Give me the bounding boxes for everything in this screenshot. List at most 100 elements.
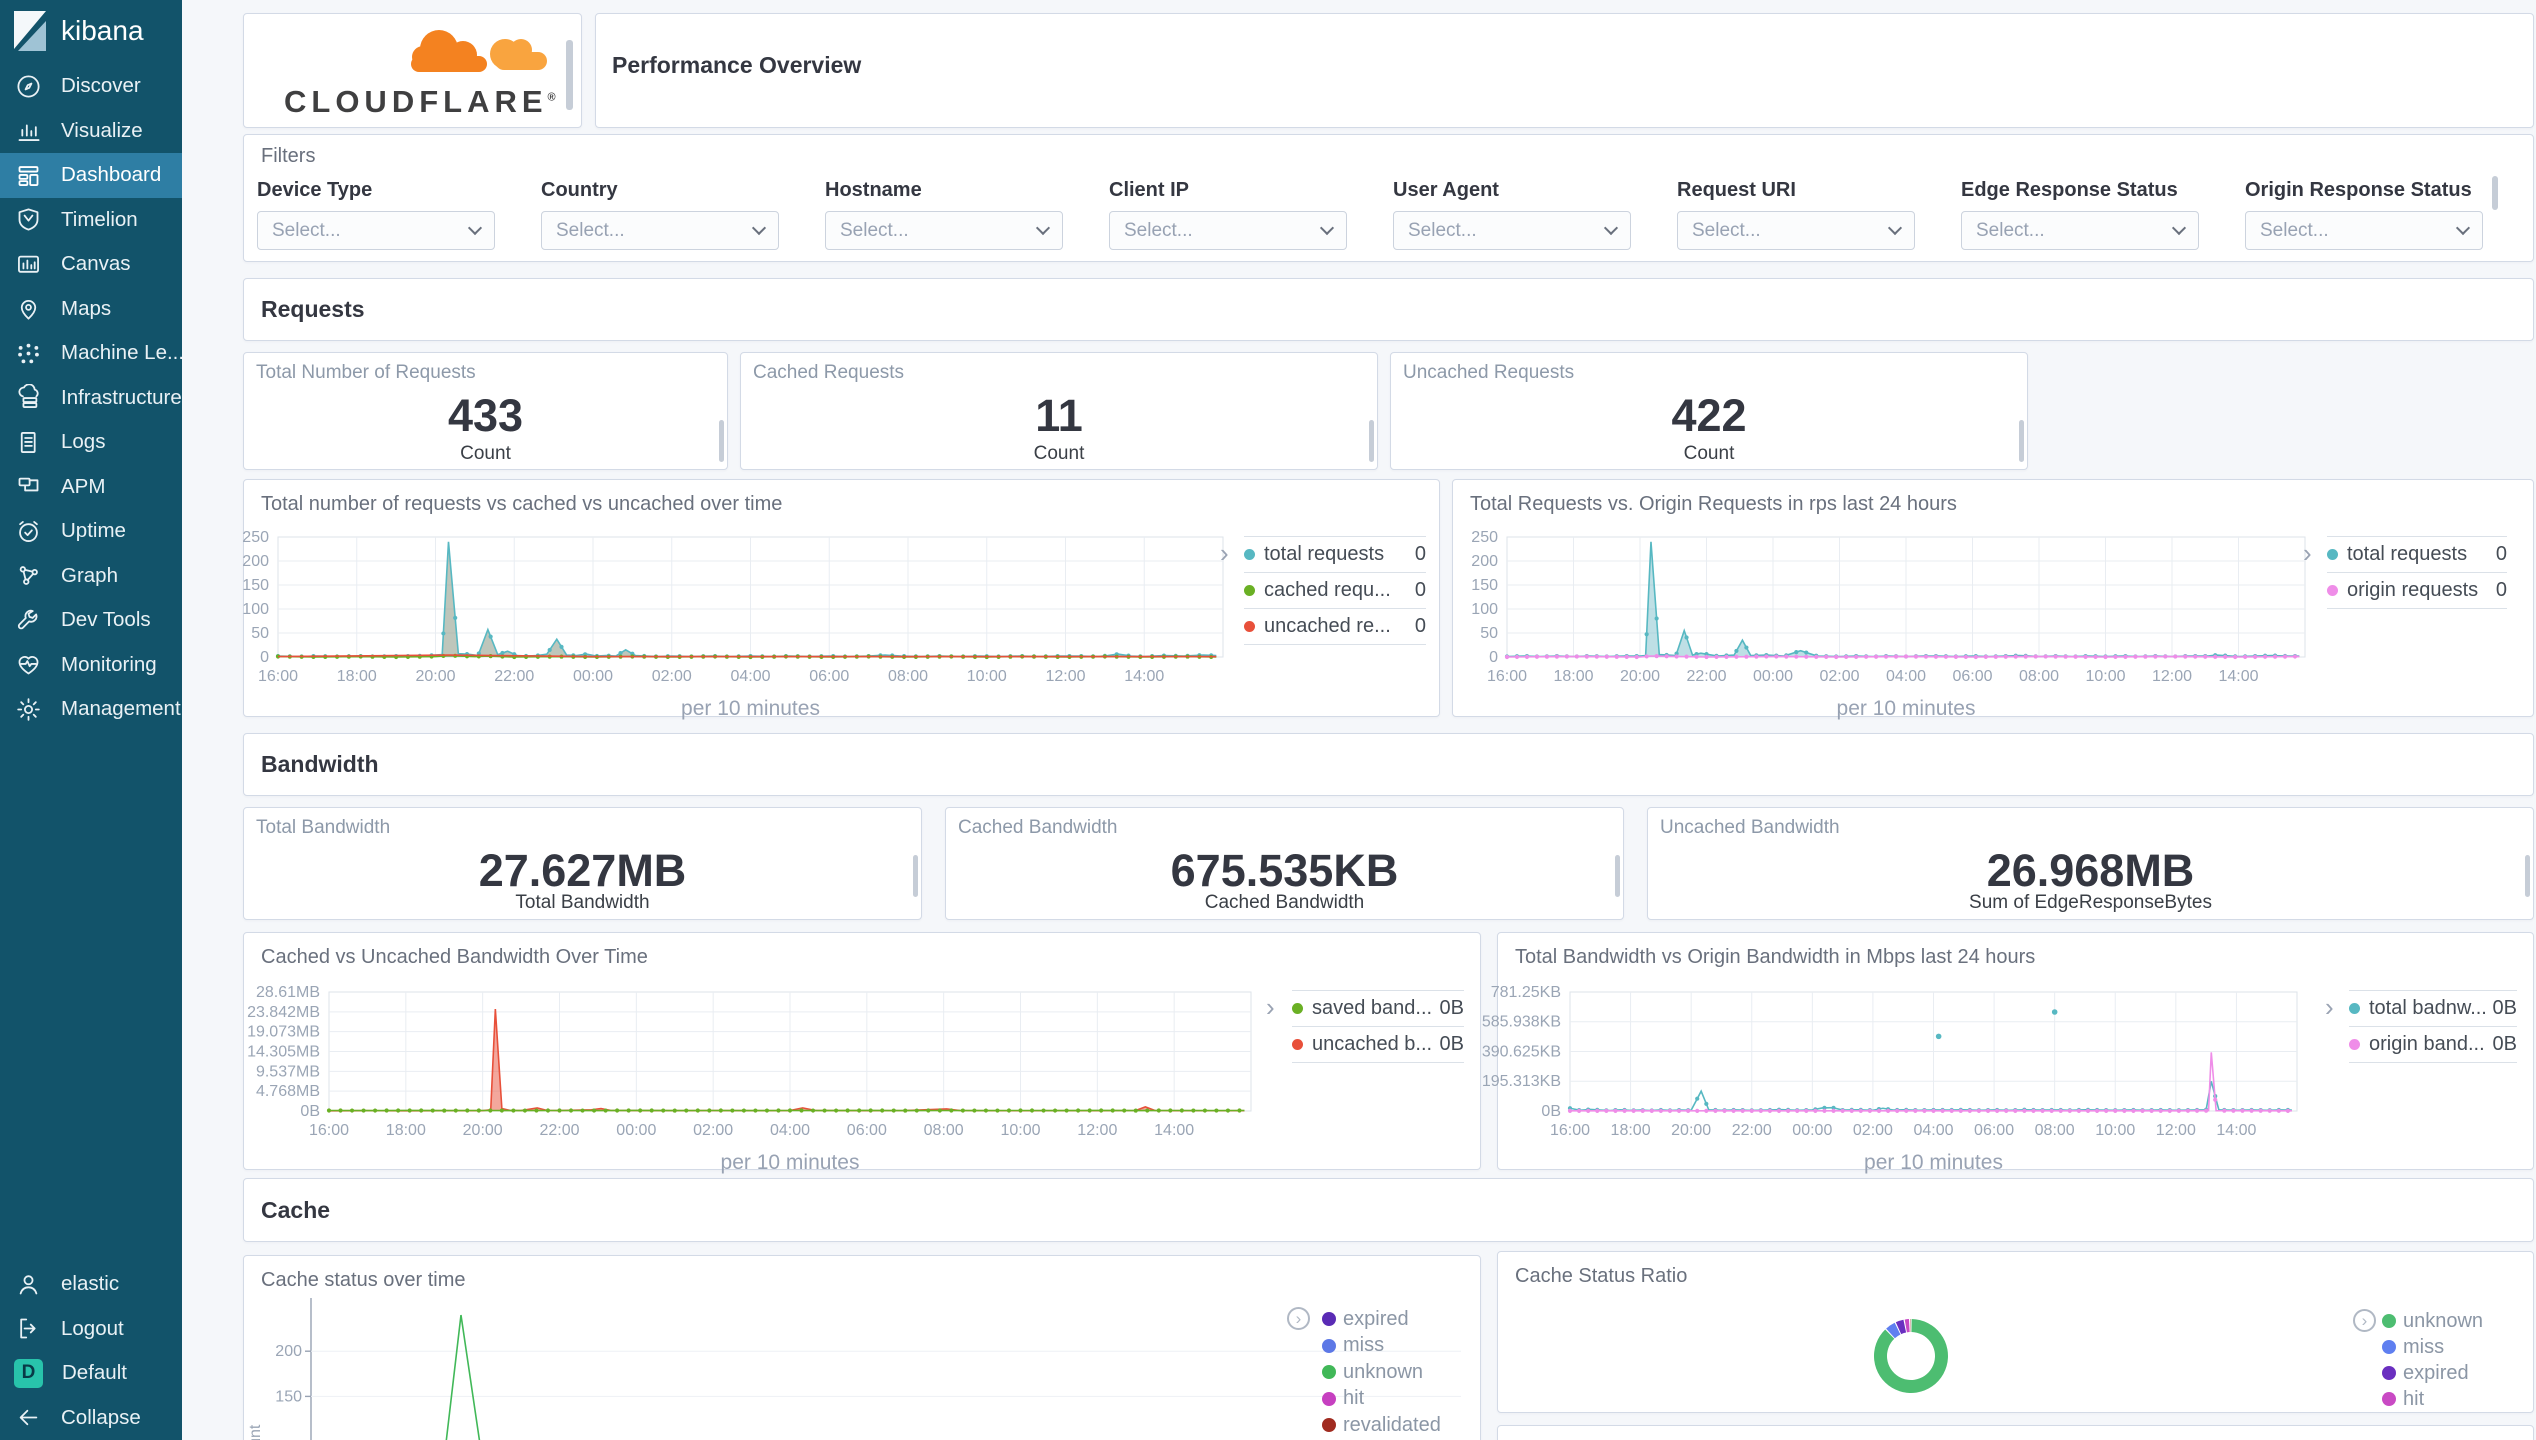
sidebar-item-timelion[interactable]: Timelion: [0, 198, 182, 243]
legend-label: origin requests: [2347, 579, 2479, 601]
cache-section-header: Cache: [243, 1178, 2534, 1242]
legend-dot: [1322, 1312, 1336, 1327]
legend-label: uncached re...: [1264, 615, 1391, 637]
chart-cache-status-ratio: Cache Status Ratio › unknown miss expired hi…: [1497, 1251, 2534, 1413]
filter-origin-response-status: Origin Response Status Select...: [2245, 179, 2483, 250]
chart-legend: total badnw... 0B origin band... 0B: [2349, 990, 2517, 1063]
legend-item-expired[interactable]: expired: [1322, 1306, 1441, 1333]
donut-slice-revalidated[interactable]: [1910, 1319, 1911, 1332]
svg-text:0B: 0B: [1541, 1103, 1561, 1120]
sidebar-item-apm[interactable]: APM: [0, 465, 182, 510]
legend-value: 0: [1414, 615, 1426, 637]
sidebar-item-maps[interactable]: Maps: [0, 287, 182, 332]
legend-item-origin-band[interactable]: origin band... 0B: [2349, 1026, 2517, 1062]
sidebar-item-dashboard[interactable]: Dashboard: [0, 153, 182, 198]
filter-select-device-type[interactable]: Select...: [257, 211, 495, 250]
legend-item-uncached-re[interactable]: uncached re... 0: [1244, 608, 1426, 644]
sidebar-footer-default[interactable]: D Default: [0, 1351, 182, 1396]
chevron-down-icon: [1035, 220, 1051, 236]
metric-title: Total Bandwidth: [256, 817, 391, 838]
metric-scrollbar[interactable]: [1369, 420, 1374, 462]
filter-label: Client IP: [1109, 179, 1190, 201]
svg-text:150: 150: [242, 577, 269, 594]
sidebar-item-label: Logs: [61, 430, 106, 454]
metric-scrollbar[interactable]: [913, 855, 918, 897]
sidebar-item-machine-le[interactable]: Machine Le...: [0, 331, 182, 376]
kibana-logo[interactable]: kibana: [0, 0, 182, 64]
sidebar-footer-collapse[interactable]: Collapse: [0, 1396, 182, 1440]
sidebar-item-monitoring[interactable]: Monitoring: [0, 643, 182, 688]
svg-text:06:00: 06:00: [809, 668, 849, 685]
logo-panel-scrollbar[interactable]: [566, 40, 573, 110]
sidebar-item-label: Discover: [61, 74, 141, 98]
legend-collapse-icon[interactable]: ›: [1220, 540, 1229, 566]
sidebar-item-label: Infrastructure: [61, 385, 182, 409]
legend-item-uncached-b[interactable]: uncached b... 0B: [1292, 1026, 1464, 1062]
sidebar-item-graph[interactable]: Graph: [0, 554, 182, 599]
legend-item-origin-requests[interactable]: origin requests 0: [2327, 572, 2507, 608]
svg-text:0B: 0B: [300, 1103, 320, 1120]
chart-legend: total requests 0 origin requests 0: [2327, 536, 2507, 609]
legend-item-total-requests[interactable]: total requests 0: [1244, 536, 1426, 572]
sidebar-item-management[interactable]: Management: [0, 687, 182, 732]
legend-dot: [2349, 1003, 2360, 1014]
svg-text:200: 200: [1471, 553, 1498, 570]
metric-scrollbar[interactable]: [1615, 855, 1620, 897]
uptime-clock-icon: [19, 520, 38, 542]
filter-placeholder: Select...: [2260, 219, 2329, 241]
filter-user-agent: User Agent Select...: [1393, 179, 1631, 250]
filter-select-edge-response-status[interactable]: Select...: [1961, 211, 2199, 250]
sidebar-item-visualize[interactable]: Visualize: [0, 109, 182, 154]
chevron-down-icon: [1603, 220, 1619, 236]
legend-toggle-icon[interactable]: ›: [1287, 1307, 1310, 1330]
sidebar-item-dev-tools[interactable]: Dev Tools: [0, 598, 182, 643]
filter-select-user-agent[interactable]: Select...: [1393, 211, 1631, 250]
legend-end-rule: [2349, 1062, 2517, 1063]
metric-uncached-requests: Uncached Requests 422 Count: [1390, 352, 2028, 470]
legend-item-total-badnw[interactable]: total badnw... 0B: [2349, 990, 2517, 1026]
svg-text:0: 0: [260, 649, 269, 666]
svg-text:10:00: 10:00: [967, 668, 1007, 685]
donut-slice-unknown[interactable]: [1873, 1319, 1948, 1394]
legend-item-total-requests[interactable]: total requests 0: [2327, 536, 2507, 572]
filter-select-country[interactable]: Select...: [541, 211, 779, 250]
svg-text:22:00: 22:00: [539, 1122, 579, 1139]
legend-item-hit[interactable]: hit: [1322, 1386, 1441, 1413]
legend-item-cached-requ[interactable]: cached requ... 0: [1244, 572, 1426, 608]
sidebar-item-label: Dev Tools: [61, 608, 151, 632]
chart-total-vs-origin-bandwidth: Total Bandwidth vs Origin Bandwidth in M…: [1482, 932, 2534, 1174]
sidebar-footer-elastic[interactable]: elastic: [0, 1262, 182, 1307]
legend-value: 0B: [2492, 1033, 2517, 1055]
sidebar-item-infrastructure[interactable]: Infrastructure: [0, 376, 182, 421]
legend-label: total requests: [2347, 543, 2468, 565]
chart-requests-over-time: Total number of requests vs cached vs un…: [242, 479, 1440, 720]
metric-scrollbar[interactable]: [2019, 420, 2024, 462]
filter-select-hostname[interactable]: Select...: [825, 211, 1063, 250]
sidebar-item-label: Dashboard: [61, 163, 162, 187]
metric-scrollbar[interactable]: [2525, 855, 2530, 897]
sidebar-item-label: Graph: [61, 563, 118, 587]
legend-item-miss[interactable]: miss: [1322, 1333, 1441, 1360]
cloudflare-logo-panel: CLOUDFLARE®: [243, 13, 582, 128]
legend-item-unknown[interactable]: unknown: [1322, 1359, 1441, 1386]
bar-chart-icon: [18, 124, 40, 142]
legend-collapse-icon[interactable]: ›: [2325, 994, 2334, 1020]
sidebar-item-canvas[interactable]: Canvas: [0, 242, 182, 287]
legend-item-revalidated[interactable]: revalidated: [1322, 1412, 1441, 1439]
legend-collapse-icon[interactable]: ›: [1266, 994, 1275, 1020]
apm-layers-icon: [18, 477, 39, 492]
svg-text:16:00: 16:00: [1487, 668, 1527, 685]
filter-select-origin-response-status[interactable]: Select...: [2245, 211, 2483, 250]
metric-scrollbar[interactable]: [719, 420, 724, 462]
sidebar-item-logs[interactable]: Logs: [0, 420, 182, 465]
filters-panel-scrollbar[interactable]: [2492, 176, 2498, 210]
sidebar-item-discover[interactable]: Discover: [0, 64, 182, 109]
filter-select-client-ip[interactable]: Select...: [1109, 211, 1347, 250]
filter-select-request-uri[interactable]: Select...: [1677, 211, 1915, 250]
svg-text:04:00: 04:00: [730, 668, 770, 685]
filter-label: Edge Response Status: [1961, 179, 2178, 201]
legend-item-saved-band[interactable]: saved band... 0B: [1292, 990, 1464, 1026]
sidebar-footer-logout[interactable]: Logout: [0, 1307, 182, 1352]
legend-collapse-icon[interactable]: ›: [2303, 540, 2312, 566]
sidebar-item-uptime[interactable]: Uptime: [0, 509, 182, 554]
